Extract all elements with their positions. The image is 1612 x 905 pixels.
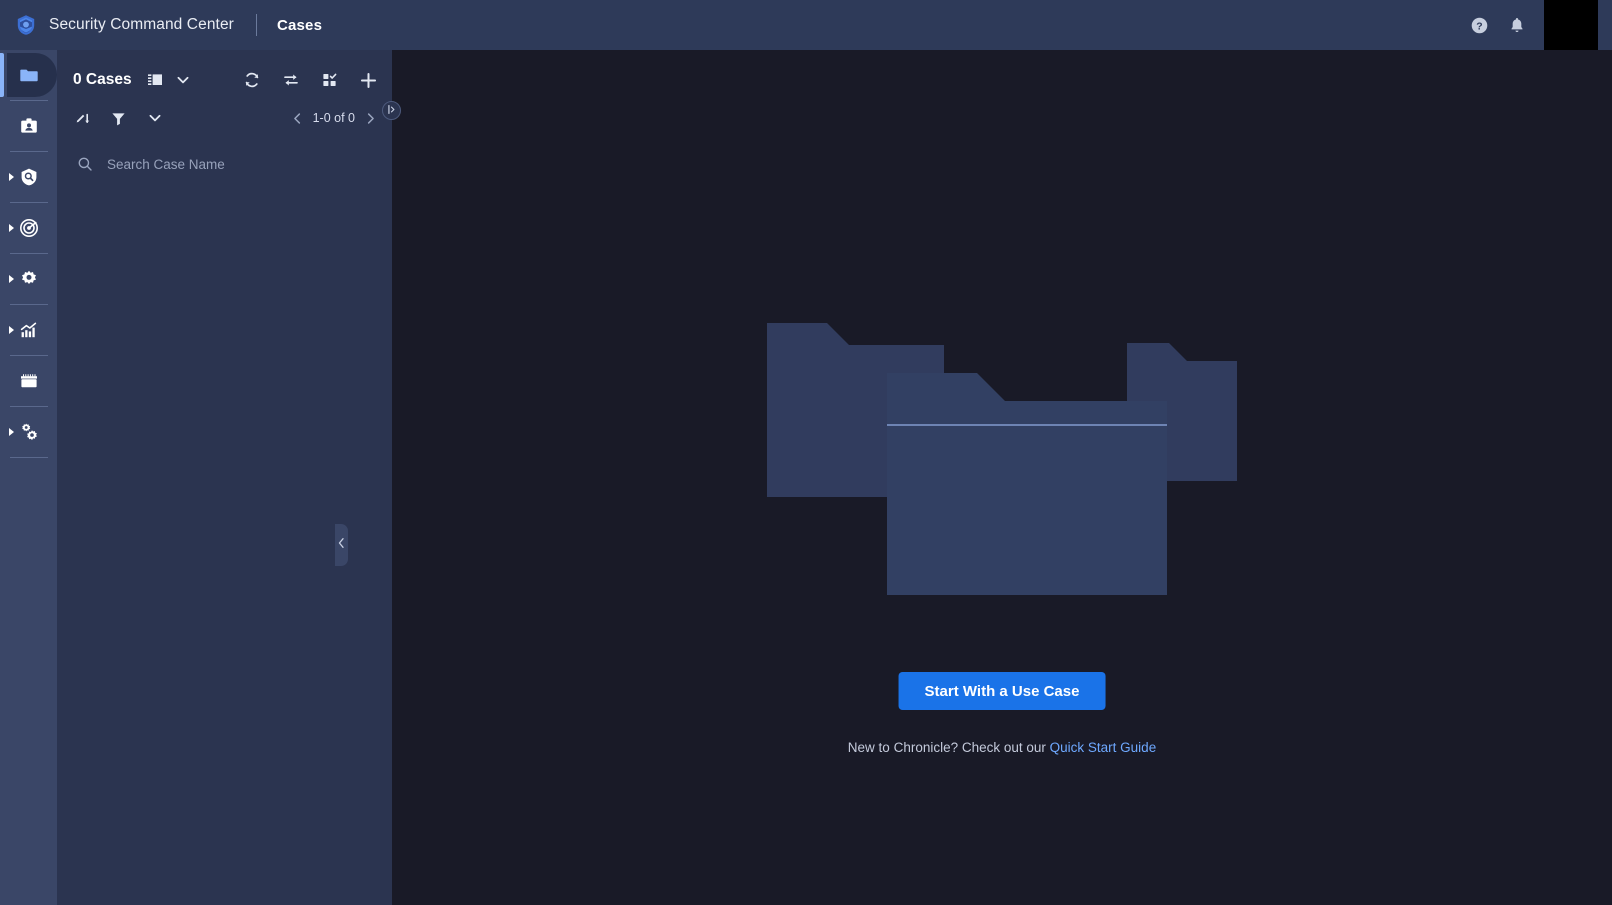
sidebar-item-cases[interactable] <box>0 50 57 100</box>
hint-text: New to Chronicle? Check out our <box>847 740 1050 755</box>
plus-icon[interactable] <box>359 71 378 90</box>
sidebar-rail <box>0 50 57 905</box>
rail-divider <box>9 457 48 458</box>
expand-caret-icon <box>9 428 14 436</box>
id-badge-icon <box>18 115 40 137</box>
expand-caret-icon <box>9 275 14 283</box>
split-view-icon[interactable] <box>146 71 164 89</box>
svg-text:?: ? <box>1476 21 1482 32</box>
sidebar-item-administration[interactable] <box>0 407 57 457</box>
body: 0 Cases 1-0 of 0 Search Case Name Start … <box>0 50 1612 905</box>
folder-icon <box>18 64 40 86</box>
chevron-left-icon[interactable] <box>290 111 305 126</box>
empty-state-hint: New to Chronicle? Check out our Quick St… <box>848 740 1156 755</box>
cases-count-label: 0 Cases <box>73 71 132 88</box>
app-root: Security Command Center Cases ? 0 Cases … <box>0 0 1612 905</box>
quick-start-guide-link[interactable]: Quick Start Guide <box>1050 740 1157 755</box>
cases-sub-actions <box>74 110 163 127</box>
expand-caret-icon <box>9 173 14 181</box>
cases-panel: 0 Cases 1-0 of 0 Search Case Name <box>57 50 392 905</box>
pagination: 1-0 of 0 <box>290 111 378 126</box>
expand-panel-icon <box>386 102 397 120</box>
cases-panel-subheader: 1-0 of 0 <box>57 103 392 133</box>
pagination-label: 1-0 of 0 <box>312 111 355 125</box>
avatar[interactable] <box>1544 0 1598 50</box>
empty-folders-illustration <box>767 305 1237 597</box>
cases-panel-header: 0 Cases <box>57 60 392 100</box>
brand-divider <box>255 14 257 36</box>
refresh-icon[interactable] <box>242 71 261 90</box>
grid-select-icon[interactable] <box>320 71 339 90</box>
filter-funnel-icon[interactable] <box>110 110 127 127</box>
chevron-down-icon[interactable] <box>175 72 191 88</box>
chevron-right-icon[interactable] <box>363 111 378 126</box>
chevron-down-icon[interactable] <box>146 110 163 127</box>
chart-bars-icon <box>18 319 40 341</box>
search-icon <box>77 156 93 172</box>
topbar-actions: ? <box>1470 0 1612 50</box>
swap-arrows-icon[interactable] <box>281 71 300 90</box>
sidebar-item-marketplace[interactable] <box>0 356 57 406</box>
cogs-icon <box>18 421 40 443</box>
help-circle-icon[interactable]: ? <box>1470 16 1489 35</box>
search-input[interactable] <box>107 156 376 172</box>
bell-icon[interactable] <box>1507 16 1526 35</box>
radar-icon <box>18 217 40 239</box>
expand-caret-icon <box>9 326 14 334</box>
brand[interactable]: Security Command Center <box>14 13 234 37</box>
sidebar-item-investigation[interactable] <box>0 152 57 202</box>
sidebar-item-entities[interactable] <box>0 101 57 151</box>
shield-search-icon <box>18 166 40 188</box>
top-bar: Security Command Center Cases ? <box>0 0 1612 50</box>
active-indicator <box>0 53 4 97</box>
case-search-row <box>57 145 392 183</box>
gear-icon <box>18 268 40 290</box>
collapse-panel-handle[interactable] <box>335 524 348 566</box>
storefront-icon <box>18 370 40 392</box>
expand-panel-handle[interactable] <box>382 101 401 120</box>
chevron-left-icon <box>337 536 346 554</box>
expand-caret-icon <box>9 224 14 232</box>
cases-header-actions <box>242 71 378 90</box>
brand-title: Security Command Center <box>49 16 234 33</box>
main-content: Start With a Use Case New to Chronicle? … <box>392 50 1612 905</box>
shield-logo-icon <box>14 13 38 37</box>
page-title: Cases <box>276 16 323 34</box>
start-with-use-case-button[interactable]: Start With a Use Case <box>898 672 1106 710</box>
sidebar-item-settings[interactable] <box>0 254 57 304</box>
sidebar-item-detection[interactable] <box>0 203 57 253</box>
empty-state: Start With a Use Case New to Chronicle? … <box>392 50 1612 905</box>
sidebar-item-reports[interactable] <box>0 305 57 355</box>
sort-icon[interactable] <box>74 110 91 127</box>
